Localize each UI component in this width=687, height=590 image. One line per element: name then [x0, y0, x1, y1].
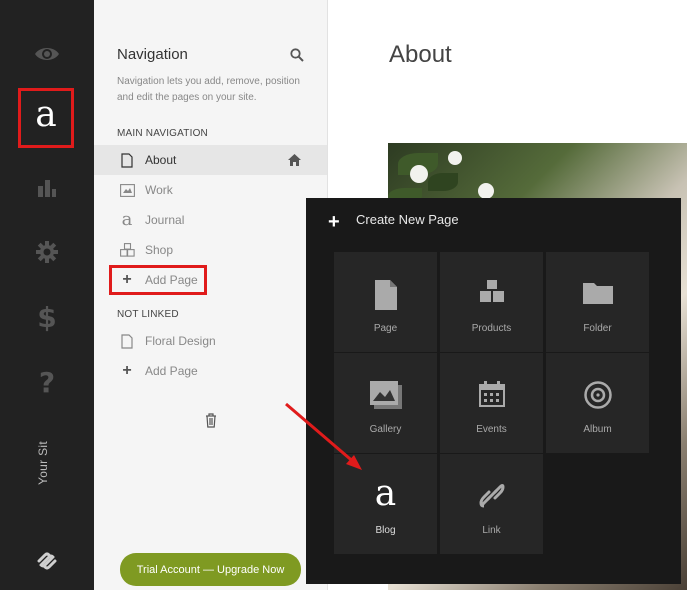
tile-events[interactable]: Events: [440, 353, 543, 453]
navigation-panel: Navigation Navigation lets you add, remo…: [94, 0, 328, 590]
section-main-navigation: MAIN NAVIGATION: [117, 128, 208, 139]
calendar-icon: [440, 381, 543, 407]
create-page-popup: + Create New Page Page Products Folder G…: [306, 198, 681, 584]
nav-item-label: Add Page: [145, 364, 198, 378]
page-icon: [119, 333, 135, 349]
nav-item-label: Floral Design: [145, 334, 216, 348]
squarespace-logo-icon[interactable]: [0, 550, 94, 572]
add-unlinked-page-button[interactable]: + Add Page: [94, 356, 327, 386]
panel-title: Navigation: [117, 46, 188, 63]
panel-description: Navigation lets you add, remove, positio…: [117, 76, 300, 103]
home-icon[interactable]: [288, 153, 301, 171]
tile-label: Blog: [375, 525, 396, 536]
annotation-arrow: [285, 402, 362, 470]
gallery-icon: [119, 183, 135, 197]
analytics-icon[interactable]: [0, 176, 94, 198]
search-icon[interactable]: [290, 48, 304, 67]
nav-item-label: Work: [145, 183, 173, 197]
tile-label: Page: [373, 323, 398, 334]
folder-icon: [546, 280, 649, 304]
tile-link[interactable]: Link: [440, 454, 543, 554]
nav-item-floral-design[interactable]: Floral Design: [94, 326, 327, 356]
popup-title: Create New Page: [356, 212, 459, 227]
tile-label: Album: [583, 424, 612, 435]
products-icon: [440, 280, 543, 302]
tile-label: Link: [482, 525, 501, 536]
gear-icon[interactable]: [0, 240, 94, 264]
upgrade-button[interactable]: Trial Account — Upgrade Now: [120, 553, 301, 586]
logo-a-icon: a: [35, 94, 57, 135]
page-title: About: [389, 41, 452, 68]
blog-icon: a: [374, 473, 397, 514]
eye-icon[interactable]: [0, 42, 94, 66]
nav-item-journal[interactable]: a Journal: [94, 205, 327, 235]
nav-item-shop[interactable]: Shop: [94, 235, 327, 265]
plus-icon: +: [328, 211, 340, 233]
pages-button[interactable]: a: [18, 88, 74, 148]
products-icon: [119, 243, 135, 257]
highlight-box: [109, 265, 207, 295]
trash-icon[interactable]: [205, 413, 217, 433]
tile-products[interactable]: Products: [440, 252, 543, 352]
tile-album[interactable]: Album: [546, 353, 649, 453]
tile-page[interactable]: Page: [334, 252, 437, 352]
page-icon: [334, 280, 437, 310]
nav-item-label: Shop: [145, 243, 174, 257]
nav-item-work[interactable]: Work: [94, 175, 327, 205]
nav-item-label: Journal: [145, 213, 185, 227]
help-icon[interactable]: ?: [0, 366, 94, 399]
album-icon: [546, 381, 649, 409]
tile-folder[interactable]: Folder: [546, 252, 649, 352]
left-rail: a $ ? Your Sit: [0, 0, 94, 590]
nav-item-label: About: [145, 153, 177, 167]
tile-label: Events: [476, 424, 507, 435]
blog-icon: a: [121, 209, 133, 230]
section-not-linked: NOT LINKED: [117, 309, 179, 320]
tile-label: Folder: [583, 323, 612, 334]
tile-label: Products: [471, 323, 512, 334]
link-icon: [440, 482, 543, 508]
site-name-label[interactable]: Your Sit: [36, 441, 50, 485]
dollar-icon[interactable]: $: [0, 301, 94, 334]
page-icon: [119, 152, 135, 168]
nav-item-about[interactable]: About: [94, 145, 327, 175]
plus-icon: +: [122, 362, 132, 379]
